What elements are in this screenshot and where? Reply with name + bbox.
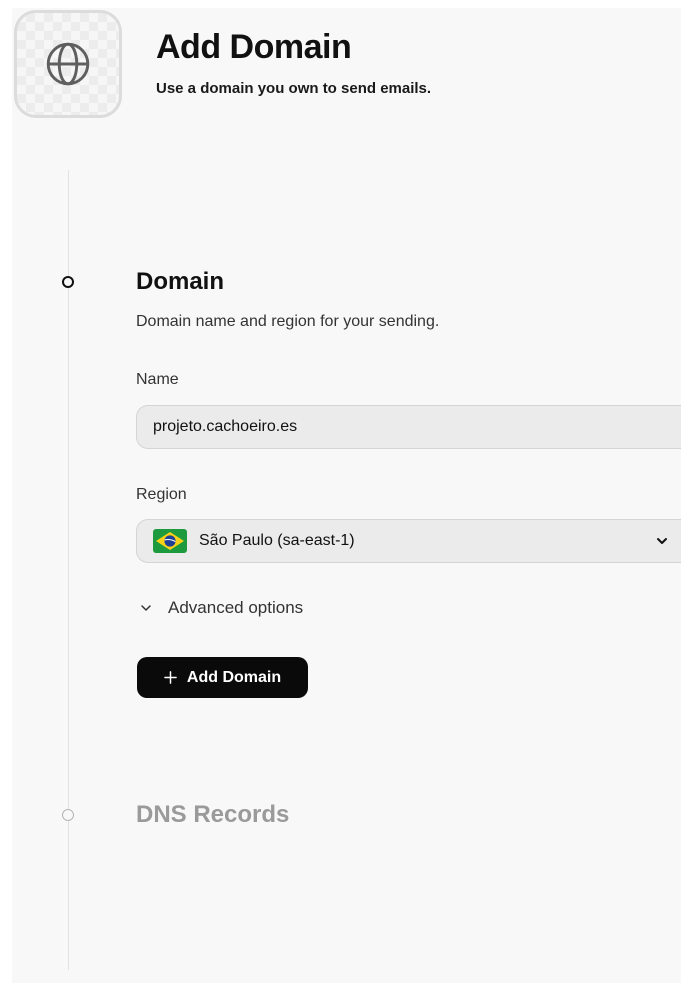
add-domain-panel — [12, 8, 681, 983]
name-label: Name — [136, 371, 179, 388]
page-subtitle: Use a domain you own to send emails. — [156, 80, 432, 97]
advanced-options-label: Advanced options — [168, 598, 304, 617]
domain-name-input[interactable] — [136, 405, 681, 449]
add-domain-button-label: Add Domain — [186, 668, 282, 686]
page-title: Add Domain — [156, 28, 352, 66]
step-timeline — [68, 170, 69, 970]
region-select[interactable]: São Paulo (sa-east-1) — [136, 519, 681, 563]
chevron-down-icon — [141, 605, 151, 611]
add-domain-button[interactable]: Add Domain — [137, 657, 308, 698]
step-indicator-dns-records — [62, 809, 74, 821]
step-title-dns-records: DNS Records — [136, 801, 290, 828]
globe-icon — [46, 42, 90, 86]
domain-hero-tile — [14, 10, 122, 118]
advanced-options-toggle[interactable]: Advanced options — [140, 598, 303, 618]
step-description-domain: Domain name and region for your sending. — [136, 313, 440, 330]
brazil-flag-icon — [153, 529, 187, 553]
region-label: Region — [136, 486, 187, 503]
step-title-domain: Domain — [136, 268, 225, 295]
plus-icon — [164, 671, 177, 684]
step-indicator-domain — [62, 276, 74, 288]
chevron-down-icon — [657, 538, 667, 544]
region-selected-value: São Paulo (sa-east-1) — [199, 532, 355, 549]
